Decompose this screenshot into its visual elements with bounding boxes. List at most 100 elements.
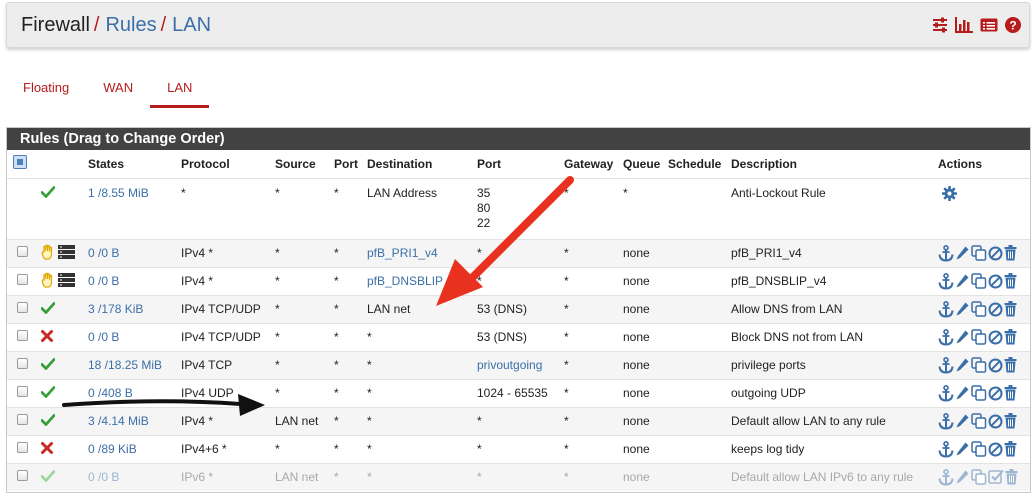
help-icon[interactable]: ?: [1005, 17, 1021, 33]
rule-checkbox[interactable]: [17, 302, 28, 313]
rule-states[interactable]: 0 /89 KiB: [84, 434, 177, 463]
trash-icon[interactable]: [1004, 357, 1017, 373]
rule-checkbox[interactable]: [17, 330, 28, 341]
anchor-icon[interactable]: [938, 328, 954, 346]
rule-destination-port-value[interactable]: privoutgoing: [477, 358, 542, 372]
copy-icon[interactable]: [971, 273, 987, 289]
anchor-icon[interactable]: [938, 384, 954, 402]
rule-states-value[interactable]: 1 /8.55 MiB: [88, 186, 149, 200]
rule-checkbox[interactable]: [17, 470, 28, 482]
rule-checkbox[interactable]: [17, 442, 28, 453]
pencil-icon[interactable]: [955, 413, 970, 429]
ban-icon[interactable]: [988, 274, 1003, 289]
rule-row[interactable]: 3 /178 KiB IPv4 TCP/UDP * * LAN net 53 (DNS) *…: [7, 294, 1030, 323]
pencil-icon[interactable]: [955, 273, 970, 289]
rule-states[interactable]: 18 /18.25 MiB: [84, 350, 177, 379]
anchor-icon[interactable]: [938, 272, 954, 290]
rule-destination[interactable]: pfB_PRI1_v4: [363, 238, 473, 267]
gear-icon[interactable]: [942, 185, 957, 201]
check-square-icon[interactable]: [988, 469, 1004, 485]
copy-icon[interactable]: [971, 413, 987, 429]
rule-row[interactable]: 18 /18.25 MiB IPv4 TCP * * * privoutgoing * non…: [7, 350, 1030, 379]
anchor-icon[interactable]: [938, 440, 954, 458]
rule-destination-value[interactable]: pfB_DNSBLIP: [367, 274, 443, 288]
rule-states-value[interactable]: 18 /18.25 MiB: [88, 358, 162, 372]
trash-icon[interactable]: [1004, 441, 1017, 457]
rule-row[interactable]: 3 /4.14 MiB IPv4 * LAN net * * * * none Default …: [7, 406, 1030, 435]
copy-icon[interactable]: [971, 385, 987, 401]
rule-states-value[interactable]: 0 /0 B: [88, 470, 119, 484]
pencil-icon[interactable]: [955, 301, 970, 317]
rule-checkbox[interactable]: [17, 358, 28, 369]
rule-row[interactable]: 1 /8.55 MiB * * * LAN Address 35 80 22 * * Anti-Lo…: [7, 177, 1030, 239]
anchor-icon[interactable]: [938, 468, 954, 486]
rule-row[interactable]: 0 /0 B IPv4 * * * pfB_DNSBLIP * * none pfB_DNSBL…: [7, 266, 1030, 295]
tab-floating[interactable]: Floating: [6, 76, 86, 108]
anchor-icon[interactable]: [938, 356, 954, 374]
trash-icon[interactable]: [1004, 329, 1017, 345]
rule-states-value[interactable]: 0 /0 B: [88, 330, 119, 344]
breadcrumb-rules-link[interactable]: Rules: [105, 14, 156, 36]
tab-lan[interactable]: LAN: [150, 76, 210, 108]
anchor-icon[interactable]: [938, 300, 954, 318]
rule-states-value[interactable]: 0 /408 B: [88, 386, 133, 400]
rule-states[interactable]: 3 /4.14 MiB: [84, 406, 177, 435]
rule-states-value[interactable]: 0 /0 B: [88, 274, 119, 288]
copy-icon[interactable]: [971, 245, 987, 261]
copy-icon[interactable]: [971, 469, 987, 485]
copy-icon[interactable]: [971, 357, 987, 373]
rule-states-value[interactable]: 0 /89 KiB: [88, 442, 137, 456]
select-all-checkbox[interactable]: [13, 155, 27, 170]
rule-states[interactable]: 0 /0 B: [84, 322, 177, 351]
rule-row[interactable]: 0 /0 B IPv4 * * * pfB_PRI1_v4 * * none pfB_PRI1_…: [7, 238, 1030, 267]
trash-icon[interactable]: [1004, 245, 1017, 261]
pencil-icon[interactable]: [955, 329, 970, 345]
ban-icon[interactable]: [988, 414, 1003, 429]
rule-states[interactable]: 1 /8.55 MiB: [84, 177, 177, 239]
rule-checkbox[interactable]: [17, 246, 28, 257]
rule-row[interactable]: 0 /0 B IPv4 TCP/UDP * * * 53 (DNS) * none Block …: [7, 322, 1030, 351]
rule-checkbox[interactable]: [17, 274, 28, 285]
rule-states-value[interactable]: 3 /178 KiB: [88, 302, 143, 316]
pencil-icon[interactable]: [955, 245, 970, 261]
pencil-icon[interactable]: [955, 385, 970, 401]
pencil-icon[interactable]: [955, 469, 970, 485]
ban-icon[interactable]: [988, 358, 1003, 373]
rule-states[interactable]: 0 /0 B: [84, 266, 177, 295]
trash-icon[interactable]: [1005, 469, 1018, 485]
anchor-icon[interactable]: [938, 412, 954, 430]
rule-destination[interactable]: pfB_DNSBLIP: [363, 266, 473, 295]
sliders-icon[interactable]: [932, 17, 948, 33]
trash-icon[interactable]: [1004, 273, 1017, 289]
rule-checkbox[interactable]: [17, 386, 28, 397]
breadcrumb-lan-link[interactable]: LAN: [172, 14, 211, 36]
rule-states[interactable]: 0 /0 B: [84, 238, 177, 267]
copy-icon[interactable]: [971, 301, 987, 317]
list-icon[interactable]: [980, 17, 998, 33]
tab-wan[interactable]: WAN: [86, 76, 150, 108]
anchor-icon[interactable]: [938, 244, 954, 262]
pencil-icon[interactable]: [955, 441, 970, 457]
rule-destination-value[interactable]: pfB_PRI1_v4: [367, 246, 438, 260]
rule-row[interactable]: 0 /0 B IPv6 * LAN net * * * * none Default allow…: [7, 462, 1030, 491]
copy-icon[interactable]: [971, 329, 987, 345]
bar-chart-icon[interactable]: [955, 17, 973, 33]
ban-icon[interactable]: [988, 246, 1003, 261]
trash-icon[interactable]: [1004, 385, 1017, 401]
rule-checkbox[interactable]: [17, 414, 28, 425]
rule-states[interactable]: 3 /178 KiB: [84, 294, 177, 323]
ban-icon[interactable]: [988, 302, 1003, 317]
rule-destination-port[interactable]: privoutgoing: [473, 350, 560, 379]
rule-states[interactable]: 0 /408 B: [84, 378, 177, 407]
rule-row[interactable]: 0 /89 KiB IPv4+6 * * * * * * none keeps log tidy: [7, 434, 1030, 463]
trash-icon[interactable]: [1004, 301, 1017, 317]
rule-row[interactable]: 0 /408 B IPv4 UDP * * * 1024 - 65535 * none outg…: [7, 378, 1030, 407]
pencil-icon[interactable]: [955, 357, 970, 373]
rule-states-value[interactable]: 3 /4.14 MiB: [88, 414, 149, 428]
ban-icon[interactable]: [988, 330, 1003, 345]
ban-icon[interactable]: [988, 442, 1003, 457]
rule-states-value[interactable]: 0 /0 B: [88, 246, 119, 260]
trash-icon[interactable]: [1004, 413, 1017, 429]
ban-icon[interactable]: [988, 386, 1003, 401]
copy-icon[interactable]: [971, 441, 987, 457]
